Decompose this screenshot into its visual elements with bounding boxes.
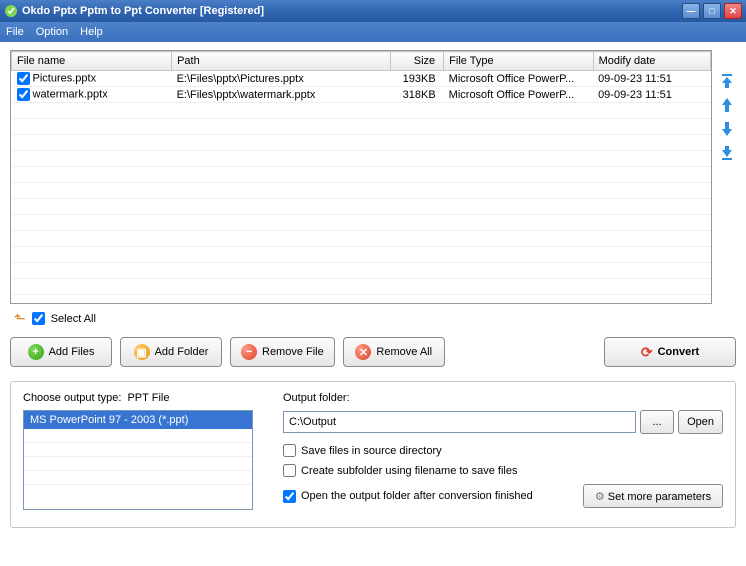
minus-icon: − bbox=[241, 344, 257, 360]
choose-output-label: Choose output type: bbox=[23, 392, 121, 404]
move-up-button[interactable] bbox=[718, 96, 736, 114]
gear-icon: ⚙ bbox=[595, 491, 605, 503]
folder-icon: ▣ bbox=[134, 344, 150, 360]
table-row[interactable]: Pictures.pptxE:\Files\pptx\Pictures.pptx… bbox=[12, 71, 711, 87]
maximize-button[interactable]: □ bbox=[703, 3, 721, 19]
convert-button[interactable]: ⟳ Convert bbox=[604, 337, 736, 367]
action-button-row: + Add Files ▣ Add Folder − Remove File ✕… bbox=[10, 337, 736, 367]
convert-label: Convert bbox=[658, 346, 700, 358]
open-button[interactable]: Open bbox=[678, 410, 723, 434]
set-more-parameters-button[interactable]: ⚙ Set more parameters bbox=[583, 484, 723, 508]
menu-bar: File Option Help bbox=[0, 22, 746, 42]
main-content: File name Path Size File Type Modify dat… bbox=[0, 42, 746, 538]
minimize-button[interactable]: — bbox=[682, 3, 700, 19]
add-folder-button[interactable]: ▣ Add Folder bbox=[120, 337, 222, 367]
titlebar: Okdo Pptx Pptm to Ppt Converter [Registe… bbox=[0, 0, 746, 22]
file-table: File name Path Size File Type Modify dat… bbox=[11, 51, 711, 295]
create-subfolder-label: Create subfolder using filename to save … bbox=[301, 465, 517, 477]
close-button[interactable]: ✕ bbox=[724, 3, 742, 19]
output-folder-label: Output folder: bbox=[283, 392, 723, 404]
output-type-list[interactable]: MS PowerPoint 97 - 2003 (*.ppt) bbox=[23, 410, 253, 510]
move-down-button[interactable] bbox=[718, 120, 736, 138]
file-table-wrap: File name Path Size File Type Modify dat… bbox=[10, 50, 712, 304]
select-all-label: Select All bbox=[51, 313, 96, 325]
table-header-row: File name Path Size File Type Modify dat… bbox=[12, 52, 711, 71]
up-folder-icon[interactable]: ⬑ bbox=[14, 310, 26, 327]
output-type-panel: Choose output type: PPT File MS PowerPoi… bbox=[23, 392, 265, 515]
window-controls: — □ ✕ bbox=[682, 3, 742, 19]
open-after-label: Open the output folder after conversion … bbox=[301, 490, 533, 502]
output-type-option[interactable]: MS PowerPoint 97 - 2003 (*.ppt) bbox=[24, 411, 252, 429]
row-checkbox[interactable] bbox=[17, 88, 30, 101]
col-header-date[interactable]: Modify date bbox=[593, 52, 710, 71]
save-source-label: Save files in source directory bbox=[301, 445, 442, 457]
col-header-type[interactable]: File Type bbox=[444, 52, 593, 71]
add-files-label: Add Files bbox=[49, 346, 95, 358]
menu-file[interactable]: File bbox=[6, 26, 24, 38]
app-icon bbox=[4, 4, 18, 18]
move-bottom-button[interactable] bbox=[718, 144, 736, 162]
save-source-checkbox[interactable] bbox=[283, 444, 296, 457]
col-header-name[interactable]: File name bbox=[12, 52, 172, 71]
more-params-label: Set more parameters bbox=[608, 491, 711, 503]
menu-option[interactable]: Option bbox=[36, 26, 68, 38]
menu-help[interactable]: Help bbox=[80, 26, 103, 38]
add-files-button[interactable]: + Add Files bbox=[10, 337, 112, 367]
output-folder-input[interactable] bbox=[283, 411, 636, 433]
x-icon: ✕ bbox=[355, 344, 371, 360]
add-folder-label: Add Folder bbox=[155, 346, 209, 358]
create-subfolder-checkbox[interactable] bbox=[283, 464, 296, 477]
browse-button[interactable]: ... bbox=[640, 410, 674, 434]
col-header-size[interactable]: Size bbox=[390, 52, 443, 71]
reorder-buttons bbox=[718, 50, 736, 304]
move-top-button[interactable] bbox=[718, 72, 736, 90]
row-checkbox[interactable] bbox=[17, 72, 30, 85]
window-title: Okdo Pptx Pptm to Ppt Converter [Registe… bbox=[22, 5, 682, 17]
choose-output-value: PPT File bbox=[127, 392, 169, 404]
remove-file-label: Remove File bbox=[262, 346, 324, 358]
col-header-path[interactable]: Path bbox=[172, 52, 391, 71]
select-all-checkbox[interactable] bbox=[32, 312, 45, 325]
plus-icon: + bbox=[28, 344, 44, 360]
convert-icon: ⟳ bbox=[641, 344, 653, 361]
remove-all-label: Remove All bbox=[376, 346, 432, 358]
remove-all-button[interactable]: ✕ Remove All bbox=[343, 337, 445, 367]
select-all-row: ⬑ Select All bbox=[10, 310, 736, 327]
table-row[interactable]: watermark.pptxE:\Files\pptx\watermark.pp… bbox=[12, 87, 711, 103]
open-after-checkbox[interactable] bbox=[283, 490, 296, 503]
output-group: Choose output type: PPT File MS PowerPoi… bbox=[10, 381, 736, 528]
output-folder-panel: Output folder: ... Open Save files in so… bbox=[283, 392, 723, 515]
remove-file-button[interactable]: − Remove File bbox=[230, 337, 335, 367]
